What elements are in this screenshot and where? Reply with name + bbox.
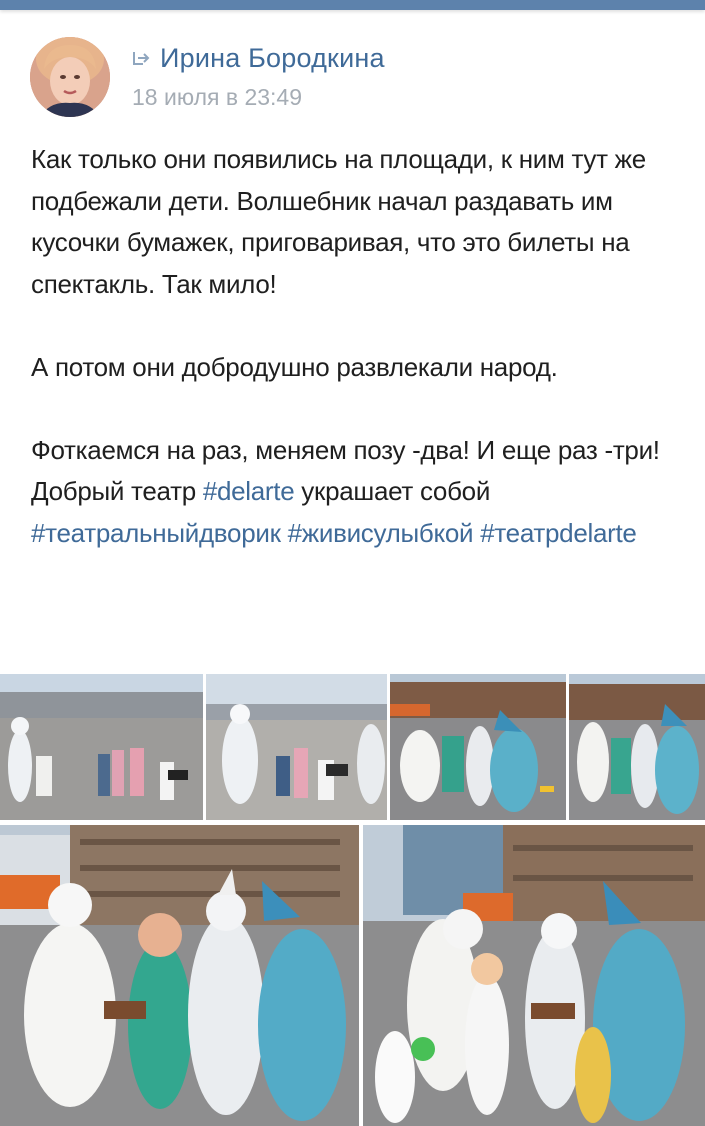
post-date[interactable]: 18 июля в 23:49 [132, 84, 302, 111]
post-paragraph-3: Фоткаемся на раз, меняем позу -два! И ещ… [31, 430, 681, 555]
photo-6[interactable] [363, 825, 705, 1126]
author-row: Ирина Бородкина [132, 43, 385, 73]
photo-3[interactable] [390, 674, 566, 820]
hashtag-link[interactable]: #delarte [203, 476, 295, 506]
hashtag-link[interactable]: #театральныйдворик [31, 518, 281, 548]
photo-2[interactable] [206, 674, 387, 820]
post-paragraph-1: Как только они появились на площади, к н… [31, 144, 646, 299]
author-avatar[interactable] [30, 37, 110, 117]
photo-5[interactable] [0, 825, 359, 1126]
photo-4[interactable] [569, 674, 705, 820]
post-header: Ирина Бородкина 18 июля в 23:49 [0, 10, 705, 120]
author-name-link[interactable]: Ирина Бородкина [160, 43, 385, 74]
photo-1[interactable] [0, 674, 203, 820]
hashtag-link[interactable]: #театрdelarte [480, 518, 637, 548]
post-paragraph-2: А потом они добродушно развлекали народ. [31, 351, 558, 382]
top-bar [0, 0, 705, 10]
post-text-segment: украшает собой [294, 476, 491, 506]
repost-arrow-icon [132, 48, 152, 68]
post-text: Как только они появились на площади, к н… [31, 139, 681, 554]
hashtag-link[interactable]: #живисулыбкой [288, 518, 474, 548]
